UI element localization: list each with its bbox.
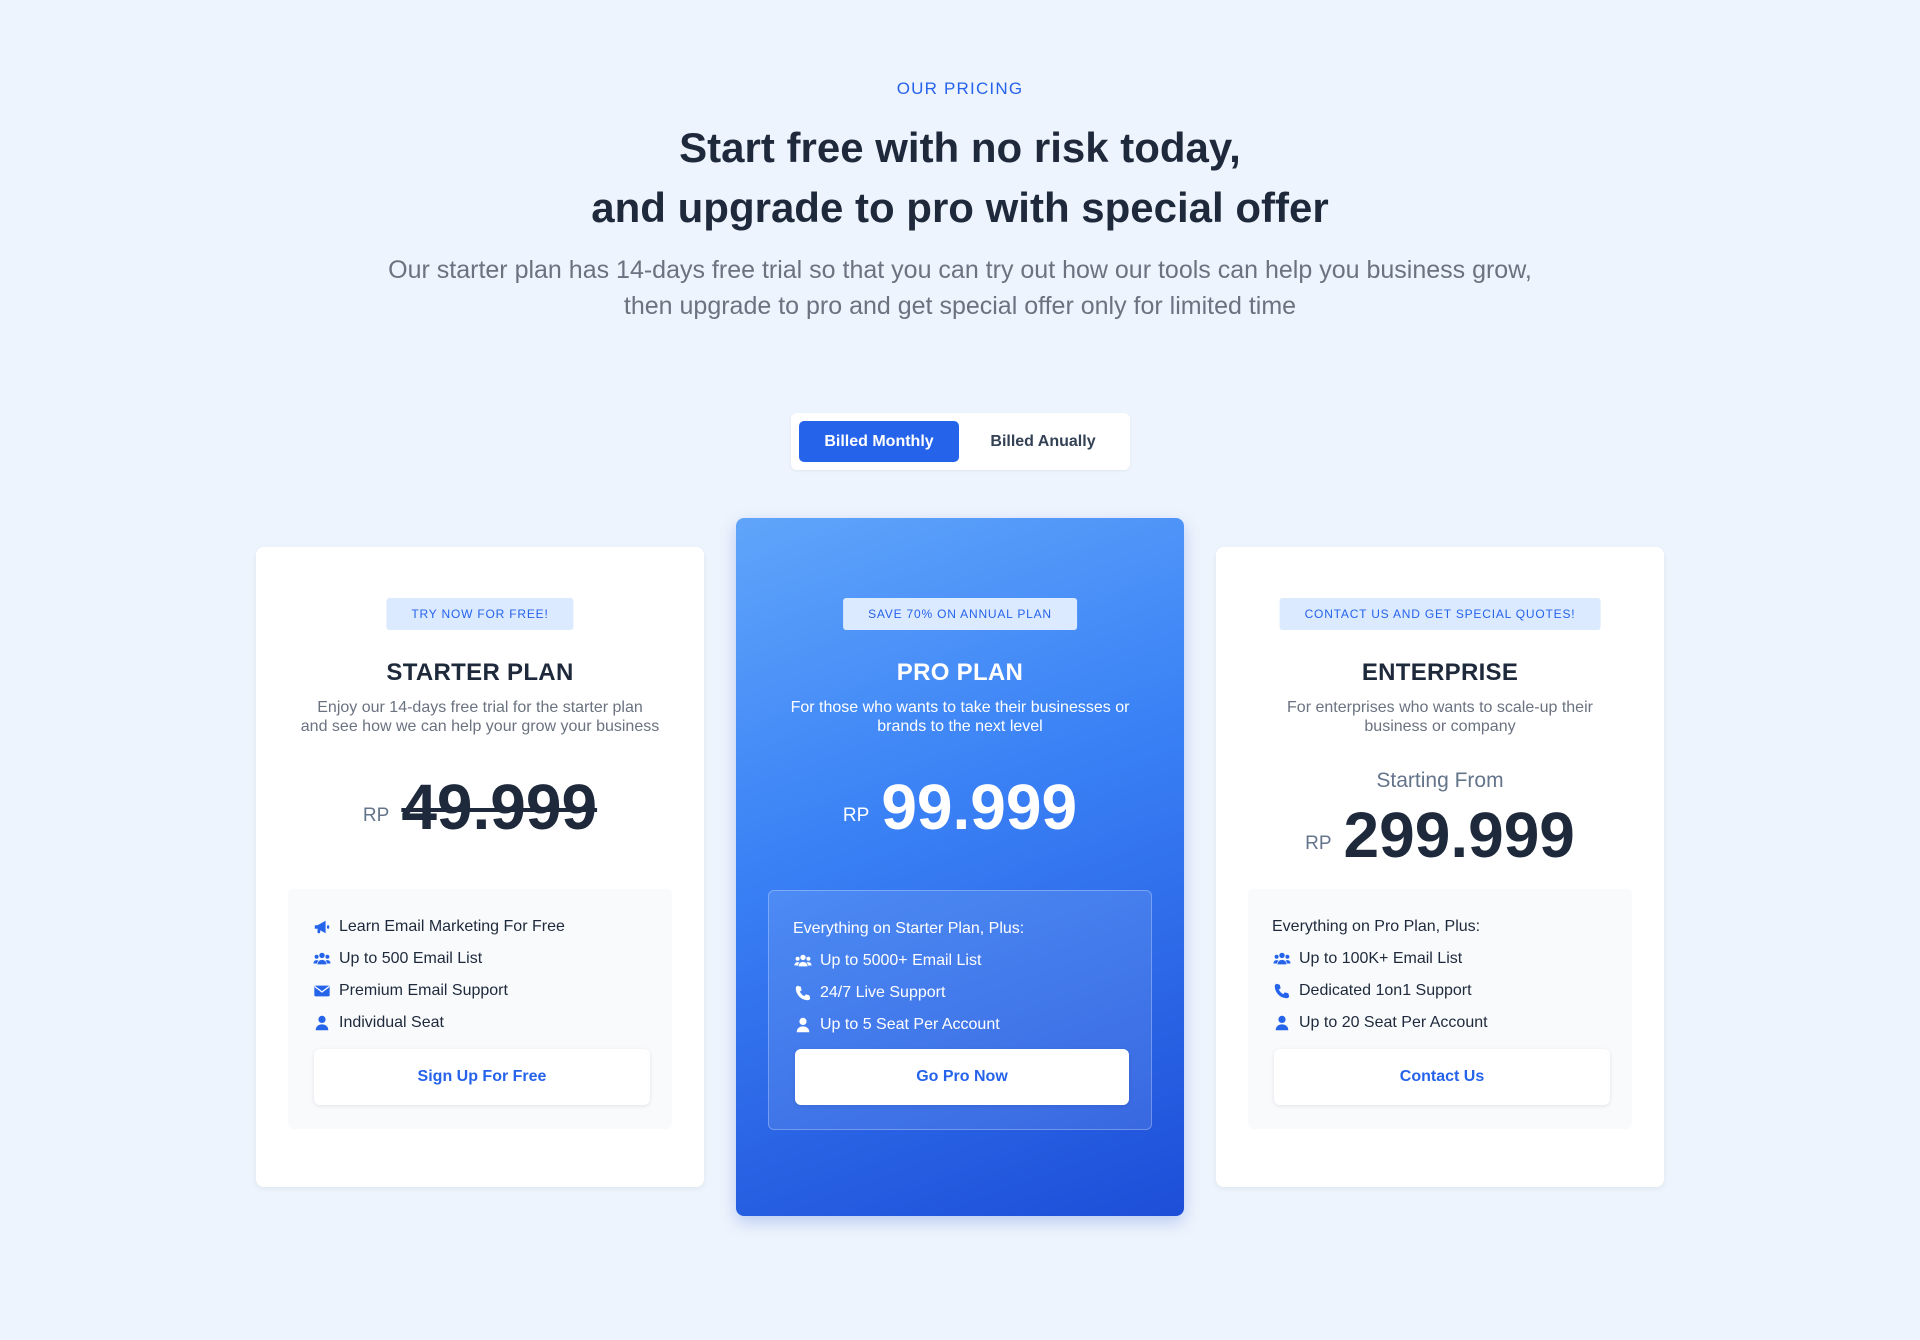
feature-text: Up to 20 Seat Per Account xyxy=(1299,1014,1488,1031)
features-box: Everything on Starter Plan, Plus: Up to … xyxy=(768,890,1152,1130)
billed-monthly-button[interactable]: Billed Monthly xyxy=(799,421,959,462)
plan-badge: TRY NOW FOR FREE! xyxy=(386,598,574,630)
features-intro: Everything on Pro Plan, Plus: xyxy=(1272,918,1481,935)
user-icon xyxy=(1272,1013,1292,1033)
feature-item: Premium Email Support xyxy=(312,975,652,1007)
feature-list: Learn Email Marketing For Free Up to 500… xyxy=(312,911,652,1039)
feature-text: 24/7 Live Support xyxy=(820,984,946,1001)
sign-up-for-free-button[interactable]: Sign Up For Free xyxy=(314,1049,650,1105)
plan-description-line-1: Enjoy our 14-days free trial for the sta… xyxy=(317,699,643,716)
feature-item: 24/7 Live Support xyxy=(793,977,1131,1009)
page-title: Start free with no risk today, and upgra… xyxy=(0,118,1920,238)
features-box: Learn Email Marketing For Free Up to 500… xyxy=(288,889,672,1129)
feature-item: Up to 100K+ Email List xyxy=(1272,943,1612,975)
megaphone-icon xyxy=(312,917,332,937)
price-row: RP 299.999 xyxy=(1216,803,1664,867)
plan-name: ENTERPRISE xyxy=(1361,659,1519,686)
feature-list: Everything on Starter Plan, Plus: Up to … xyxy=(793,913,1131,1041)
feature-item: Up to 5 Seat Per Account xyxy=(793,1009,1131,1041)
plan-description: For those who wants to take their busine… xyxy=(766,698,1154,736)
user-icon xyxy=(793,1015,813,1035)
go-pro-now-button[interactable]: Go Pro Now xyxy=(795,1049,1129,1105)
features-box: Everything on Pro Plan, Plus: Up to 100K… xyxy=(1248,889,1632,1129)
starter-plan-card: TRY NOW FOR FREE! STARTER PLAN Enjoy our… xyxy=(256,547,704,1187)
feature-text: Up to 5 Seat Per Account xyxy=(820,1016,1000,1033)
features-intro: Everything on Starter Plan, Plus: xyxy=(793,920,1025,937)
plan-name: PRO PLAN xyxy=(896,659,1024,686)
price-currency: RP xyxy=(362,805,390,826)
title-line-2: and upgrade to pro with special offer xyxy=(591,184,1329,231)
price-currency: RP xyxy=(1305,833,1332,854)
plan-name: STARTER PLAN xyxy=(386,659,574,686)
price-row: RP 49.999 xyxy=(256,775,704,839)
envelope-icon xyxy=(312,981,332,1001)
plan-description-line-2: business or company xyxy=(1364,718,1516,735)
feature-list: Everything on Pro Plan, Plus: Up to 100K… xyxy=(1272,911,1612,1039)
price-currency: RP xyxy=(842,805,870,826)
price-amount: 99.999 xyxy=(881,771,1078,843)
price-row: RP 99.999 xyxy=(736,775,1184,839)
users-icon xyxy=(312,949,332,969)
billed-annually-button[interactable]: Billed Anually xyxy=(963,421,1123,462)
price-amount: 299.999 xyxy=(1343,799,1575,871)
feature-item: Up to 500 Email List xyxy=(312,943,652,975)
users-icon xyxy=(1272,949,1292,969)
feature-item: Individual Seat xyxy=(312,1007,652,1039)
plan-description: For enterprises who wants to scale-up th… xyxy=(1246,698,1634,736)
phone-icon xyxy=(1272,981,1292,1001)
title-line-1: Start free with no risk today, xyxy=(679,124,1241,171)
section-eyebrow: OUR PRICING xyxy=(896,79,1024,98)
price-amount-struck: 49.999 xyxy=(401,771,598,843)
feature-item: Dedicated 1on1 Support xyxy=(1272,975,1612,1007)
feature-text: Up to 100K+ Email List xyxy=(1299,950,1463,967)
users-icon xyxy=(793,951,813,971)
feature-text: Up to 500 Email List xyxy=(339,950,483,967)
page-subtitle: Our starter plan has 14-days free trial … xyxy=(0,252,1920,324)
enterprise-plan-card: CONTACT US AND GET SPECIAL QUOTES! ENTER… xyxy=(1216,547,1664,1187)
phone-icon xyxy=(793,983,813,1003)
contact-us-button[interactable]: Contact Us xyxy=(1274,1049,1610,1105)
feature-item: Up to 20 Seat Per Account xyxy=(1272,1007,1612,1039)
subtitle-line-2: then upgrade to pro and get special offe… xyxy=(623,292,1297,320)
user-icon xyxy=(312,1013,332,1033)
plan-description: Enjoy our 14-days free trial for the sta… xyxy=(286,698,674,736)
feature-item: Learn Email Marketing For Free xyxy=(312,911,652,943)
feature-item: Up to 5000+ Email List xyxy=(793,945,1131,977)
plan-description-line-1: For enterprises who wants to scale-up th… xyxy=(1287,699,1593,716)
pro-plan-card: SAVE 70% ON ANNUAL PLAN PRO PLAN For tho… xyxy=(736,518,1184,1216)
plan-description-line-2: and see how we can help your grow your b… xyxy=(300,718,660,735)
feature-text: Dedicated 1on1 Support xyxy=(1299,982,1472,999)
feature-text: Learn Email Marketing For Free xyxy=(339,918,565,935)
subtitle-line-1: Our starter plan has 14-days free trial … xyxy=(388,256,1532,284)
feature-text: Individual Seat xyxy=(339,1014,444,1031)
billing-toggle: Billed Monthly Billed Anually xyxy=(791,413,1130,470)
plan-description-line-1: For those who wants to take their busine… xyxy=(790,699,1130,716)
feature-text: Premium Email Support xyxy=(339,982,508,999)
plan-badge: CONTACT US AND GET SPECIAL QUOTES! xyxy=(1279,598,1601,630)
starting-from-label: Starting From xyxy=(1376,769,1504,792)
feature-text: Up to 5000+ Email List xyxy=(820,952,982,969)
plan-badge: SAVE 70% ON ANNUAL PLAN xyxy=(843,598,1077,630)
plan-description-line-2: brands to the next level xyxy=(877,718,1043,735)
